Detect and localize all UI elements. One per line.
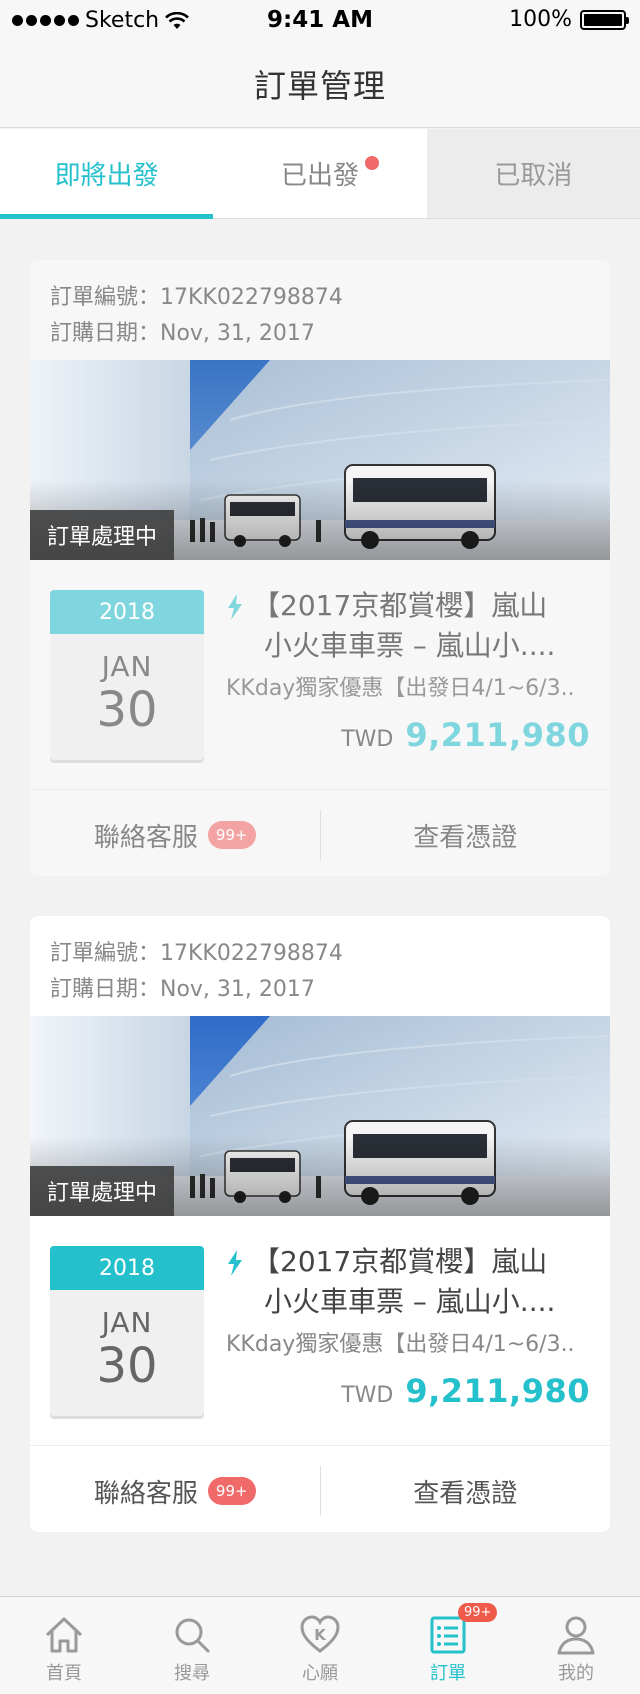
notification-dot [365, 156, 380, 170]
tabbar-label-home: 首頁 [46, 1663, 82, 1684]
order-tabs: 即將出發 已出發 已取消 [0, 129, 640, 219]
tab-cancelled-label: 已取消 [494, 161, 573, 191]
order-meta: 訂單編號：17KK022798874 訂購日期：Nov, 31, 2017 [30, 916, 610, 1016]
tabbar-label-profile: 我的 [558, 1663, 594, 1684]
tab-departed[interactable]: 已出發 [213, 129, 426, 218]
price-currency: TWD [341, 727, 394, 752]
tabbar-item-orders[interactable]: 訂單 99+ [384, 1597, 512, 1694]
tab-upcoming[interactable]: 即將出發 [0, 129, 214, 219]
home-icon [45, 1617, 83, 1653]
order-meta: 訂單編號：17KK022798874 訂購日期：Nov, 31, 2017 [30, 260, 610, 360]
order-card[interactable]: 訂單編號：17KK022798874 訂購日期：Nov, 31, 2017 訂單… [30, 260, 610, 876]
product-info: 【2017京都賞櫻】嵐山 小火車車票 – 嵐山小.... KKday獨家優惠【出… [226, 1242, 590, 1410]
view-voucher-button[interactable]: 查看憑證 [321, 817, 611, 854]
orders-count-badge: 99+ [458, 1603, 498, 1622]
order-status-badge: 訂單處理中 [30, 510, 175, 560]
product-name-line1: 【2017京都賞櫻】嵐山 [252, 589, 548, 622]
product-name-line2: 小火車車票 – 嵐山小.... [264, 1285, 556, 1318]
product-name-line1: 【2017京都賞櫻】嵐山 [252, 1245, 548, 1278]
product-subtitle: KKday獨家優惠【出發日4/1~6/3.. [226, 1332, 575, 1357]
departure-day: 30 [96, 682, 158, 738]
nav-header: 訂單管理 [0, 40, 640, 128]
tabbar-item-search[interactable]: 搜尋 [128, 1597, 256, 1694]
bottom-tab-bar: 首頁 搜尋 K 心願 訂單 99+ 我的 [0, 1596, 640, 1694]
lightning-icon [228, 594, 242, 620]
battery-percent: 100% [509, 7, 572, 32]
contact-support-label: 聯絡客服 [93, 822, 198, 853]
price: TWD 9,211,980 [341, 1372, 590, 1410]
message-count-badge: 99+ [207, 821, 256, 849]
lightning-icon [228, 1250, 242, 1276]
tabbar-label-search: 搜尋 [174, 1663, 210, 1684]
view-voucher-label: 查看憑證 [413, 1478, 518, 1509]
tabbar-label-wishlist: 心願 [302, 1663, 338, 1684]
view-voucher-label: 查看憑證 [413, 822, 518, 853]
price-amount: 9,211,980 [405, 716, 590, 754]
search-icon [175, 1618, 210, 1653]
svg-text:K: K [314, 1626, 327, 1644]
order-card[interactable]: 訂單編號：17KK022798874 訂購日期：Nov, 31, 2017 訂單… [30, 916, 610, 1532]
product-info: 【2017京都賞櫻】嵐山 小火車車票 – 嵐山小.... KKday獨家優惠【出… [226, 586, 590, 754]
order-date: 訂購日期：Nov, 31, 2017 [50, 977, 315, 1002]
product-name[interactable]: 【2017京都賞櫻】嵐山 小火車車票 – 嵐山小.... [226, 1242, 590, 1322]
contact-support-label: 聯絡客服 [93, 1478, 198, 1509]
battery-group: 100% [509, 7, 629, 32]
contact-support-button[interactable]: 聯絡客服 99+ [30, 1466, 321, 1516]
product-subtitle: KKday獨家優惠【出發日4/1~6/3.. [226, 676, 575, 701]
tabbar-item-profile[interactable]: 我的 [512, 1597, 640, 1694]
view-voucher-button[interactable]: 查看憑證 [321, 1473, 611, 1510]
order-number: 訂單編號：17KK022798874 [50, 941, 343, 966]
profile-icon [557, 1616, 595, 1655]
order-actions: 聯絡客服 99+ 查看憑證 [30, 1446, 610, 1532]
order-status-badge: 訂單處理中 [30, 1166, 175, 1216]
status-bar: Sketch 9:41 AM 100% [0, 0, 640, 40]
page-title: 訂單管理 [253, 66, 386, 105]
contact-support-button[interactable]: 聯絡客服 99+ [30, 810, 321, 860]
departure-year: 2018 [50, 590, 204, 634]
tab-departed-label: 已出發 [280, 161, 359, 191]
tabbar-item-home[interactable]: 首頁 [0, 1597, 128, 1694]
tab-upcoming-label: 即將出發 [54, 161, 159, 191]
departure-month: JAN [101, 650, 153, 683]
product-image: 訂單處理中 [30, 360, 610, 560]
departure-date: 2018 JAN 30 [50, 1246, 204, 1416]
battery-icon [580, 9, 629, 30]
message-count-badge: 99+ [207, 1477, 256, 1505]
product-name[interactable]: 【2017京都賞櫻】嵐山 小火車車票 – 嵐山小.... [226, 586, 590, 666]
departure-date: 2018 JAN 30 [50, 590, 204, 760]
departure-year: 2018 [50, 1246, 204, 1290]
heart-icon: K [300, 1615, 340, 1653]
order-detail: 2018 JAN 30 【2017京都賞櫻】嵐山 小火車車票 – 嵐山小....… [30, 560, 610, 790]
product-name-line2: 小火車車票 – 嵐山小.... [264, 629, 556, 662]
price: TWD 9,211,980 [341, 716, 590, 754]
tabbar-label-orders: 訂單 [430, 1663, 466, 1684]
tabbar-item-wishlist[interactable]: K 心願 [256, 1597, 384, 1694]
order-number: 訂單編號：17KK022798874 [50, 285, 343, 310]
product-image: 訂單處理中 [30, 1016, 610, 1216]
price-currency: TWD [341, 1383, 394, 1408]
departure-day: 30 [96, 1338, 158, 1394]
tab-cancelled[interactable]: 已取消 [426, 129, 640, 218]
order-actions: 聯絡客服 99+ 查看憑證 [30, 790, 610, 876]
departure-month: JAN [101, 1306, 153, 1339]
price-amount: 9,211,980 [405, 1372, 590, 1410]
order-date: 訂購日期：Nov, 31, 2017 [50, 321, 315, 346]
order-detail: 2018 JAN 30 【2017京都賞櫻】嵐山 小火車車票 – 嵐山小....… [30, 1216, 610, 1446]
